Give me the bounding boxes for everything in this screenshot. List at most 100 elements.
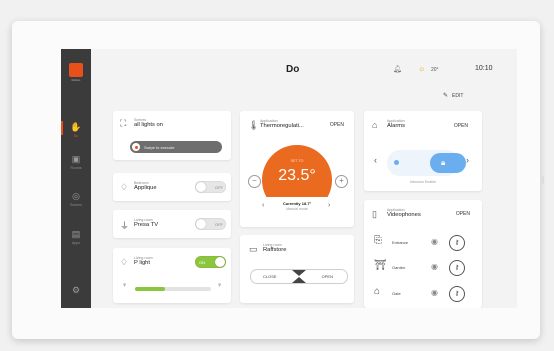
sidebar-item-rooms[interactable]: ▣ Rooms — [61, 154, 91, 170]
page-title: Do — [286, 64, 300, 75]
sidebar-item-label: Do — [73, 134, 79, 138]
videophones-card: ▯ Application Videophones OPEN ⎘ Entranc… — [364, 200, 482, 308]
sidebar-item-apps[interactable]: ▤ Apps — [61, 229, 91, 245]
sidebar-item-settings[interactable]: ⚙ — [61, 285, 91, 295]
sidebar: bticino ✋ Do ▣ Rooms ◎ Scenes ▤ Apps ⚙ — [61, 49, 91, 308]
socket-card-presa-tv: ⏚ Living room Presa TV OFF — [113, 210, 231, 238]
hand-icon: ✋ — [70, 122, 82, 132]
slider-handle[interactable] — [132, 143, 140, 151]
p-light-toggle[interactable]: ON — [195, 256, 226, 268]
alarms-card: ⌂ Application Alarms OPEN ‹ 🔒︎ › Intrusi… — [364, 111, 482, 191]
stop-icon[interactable] — [292, 270, 306, 276]
list-item: ⌂ Gate ◉ ⚷ — [364, 284, 482, 304]
toggle-knob — [215, 257, 225, 267]
lamp-icon: ♢ — [120, 182, 129, 192]
light-card-p-light: ♢ Living room P light ON ♀ ♀ — [113, 248, 231, 303]
sidebar-item-label: Scenes — [70, 203, 82, 207]
decrease-temperature-button[interactable]: − — [248, 175, 261, 188]
list-item: ⎘ Entrance ◉ ⚷ — [364, 233, 482, 253]
chevron-right-icon[interactable]: › — [466, 155, 469, 165]
card-title: Applique — [134, 185, 157, 191]
brightness-fill — [135, 287, 166, 291]
apps-icon: ▤ — [71, 229, 81, 239]
thermoregulation-card: 🌡︎ Application Thermoregulati... OPEN − … — [240, 111, 354, 227]
house-alarm-icon: ⌂ — [372, 120, 378, 130]
applique-toggle[interactable]: OFF — [195, 181, 226, 193]
videophone-name: Garden — [392, 265, 406, 270]
swipe-to-execute-slider[interactable]: Swipe to execute — [130, 141, 222, 153]
screen: bticino ✋ Do ▣ Rooms ◎ Scenes ▤ Apps ⚙ D… — [61, 49, 517, 308]
alarms-open-button[interactable]: OPEN — [454, 123, 468, 129]
sidebar-item-do[interactable]: ✋ Do — [61, 122, 91, 138]
sun-icon: ☼ — [418, 64, 426, 73]
brand-logo — [69, 63, 83, 77]
set-to-label: SET TO — [290, 159, 304, 163]
eye-icon[interactable]: ◉ — [431, 288, 438, 297]
intercom-icon: ▯ — [372, 209, 377, 219]
bulb-bright-icon: ♀ — [217, 282, 223, 289]
card-title: Videophones — [387, 212, 421, 218]
card-title: all lights on — [134, 122, 164, 128]
toggle-state: OFF — [215, 221, 223, 227]
card-title: P light — [134, 260, 151, 266]
videophones-open-button[interactable]: OPEN — [456, 211, 470, 217]
chevron-right-icon[interactable]: › — [328, 202, 330, 209]
toggle-knob — [196, 219, 206, 229]
toggle-state: ON — [199, 259, 205, 265]
gate-icon: ⌂ — [374, 286, 381, 297]
key-icon[interactable]: ⚷ — [449, 286, 465, 302]
edit-label: EDIT — [452, 93, 464, 99]
key-icon[interactable]: ⚷ — [449, 235, 465, 251]
card-title: Raffstore — [263, 247, 287, 253]
bell-icon[interactable]: 🔔︎ — [393, 65, 402, 73]
sidebar-item-label: Rooms — [70, 166, 82, 170]
card-title: Thermoregulati... — [260, 123, 304, 129]
list-item: ⛩︎ Garden ◉ ⚷ — [364, 258, 482, 278]
thermo-open-button[interactable]: OPEN — [330, 122, 344, 128]
setpoint-value: 23.5° — [278, 167, 316, 184]
bulb-dim-icon: ♀ — [122, 282, 128, 289]
lamp-icon: ♢ — [120, 257, 129, 267]
presa-toggle[interactable]: OFF — [195, 218, 226, 230]
thermo-status: ‹ Currently 18.7° Manual mode › — [252, 197, 342, 227]
sidebar-item-label: Apps — [72, 241, 80, 245]
device-side-button — [541, 176, 544, 184]
key-icon[interactable]: ⚷ — [449, 260, 465, 276]
thermometer-icon: 🌡︎ — [248, 120, 260, 130]
brightness-slider[interactable] — [135, 287, 211, 291]
chevron-left-icon[interactable]: ‹ — [374, 155, 377, 165]
videophone-name: Gate — [392, 291, 401, 296]
alarm-state-switch[interactable]: 🔒︎ — [387, 150, 466, 176]
shutter-control: CLOSE OPEN — [250, 269, 348, 284]
toggle-state: OFF — [215, 184, 223, 190]
toggle-knob — [196, 182, 206, 192]
slider-label: Swipe to execute — [144, 144, 175, 150]
entrance-icon: ⎘ — [374, 235, 382, 246]
alarm-indicator: 🔒︎ — [430, 153, 466, 173]
close-button[interactable]: CLOSE — [263, 274, 277, 279]
brand-logo-text: bticino — [71, 78, 81, 82]
scene-icon: ⛶ — [120, 118, 127, 128]
scenes-icon: ◎ — [72, 191, 80, 201]
plug-icon: ⏚ — [120, 221, 130, 231]
videophone-name: Entrance — [392, 240, 409, 245]
eye-icon[interactable]: ◉ — [431, 262, 438, 271]
scene-card: ⛶ Scenes all lights on Swipe to execute — [113, 111, 231, 160]
settings-icon: ⚙ — [71, 285, 81, 295]
pencil-icon: ✎ — [443, 93, 449, 99]
alarm-dot — [394, 160, 399, 165]
eye-icon[interactable]: ◉ — [431, 237, 438, 246]
outdoor-temperature: 20° — [431, 67, 439, 73]
lock-icon: 🔒︎ — [441, 158, 446, 167]
edit-button[interactable]: ✎ EDIT — [443, 92, 463, 99]
card-title: Presa TV — [134, 222, 159, 228]
open-button[interactable]: OPEN — [322, 274, 333, 279]
clock: 10:10 — [475, 65, 493, 72]
alarm-status: Intrusion Enable — [410, 180, 436, 184]
stop-icon-bottom — [292, 276, 306, 283]
increase-temperature-button[interactable]: + — [335, 175, 348, 188]
garden-icon: ⛩︎ — [374, 260, 387, 271]
rooms-icon: ▣ — [71, 154, 81, 164]
light-card-applique: ♢ Bedroom Applique OFF — [113, 173, 231, 201]
sidebar-item-scenes[interactable]: ◎ Scenes — [61, 191, 91, 207]
